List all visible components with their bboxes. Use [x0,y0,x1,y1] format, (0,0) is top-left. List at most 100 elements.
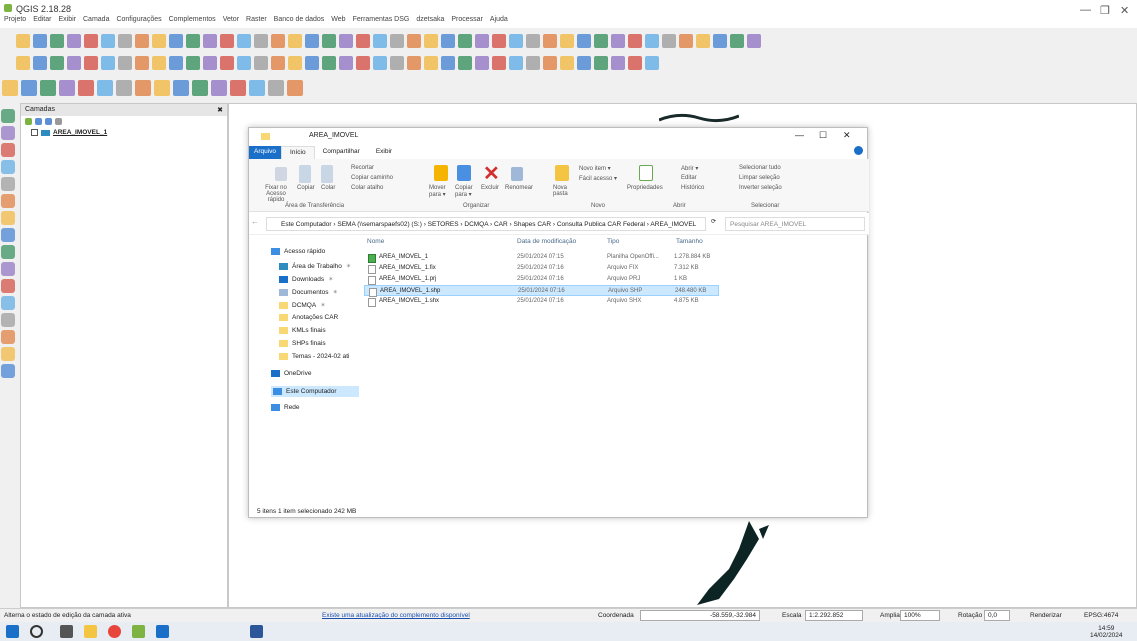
tb3-tool-icon[interactable] [78,80,94,96]
move-to-label[interactable]: Mover para ▾ [429,185,453,198]
nav-item[interactable]: Área de Trabalho ✶ [279,262,351,270]
menu-item-11[interactable]: dzetsaka [416,16,444,23]
tb2-tool-icon[interactable] [577,56,591,70]
delete-icon[interactable]: ✕ [483,161,500,186]
nav-item[interactable]: DCMQA ✶ [279,301,326,309]
tb2-tool-icon[interactable] [305,56,319,70]
zoom-field[interactable]: 100% [900,610,940,621]
tb2-tool-icon[interactable] [611,56,625,70]
menu-item-7[interactable]: Raster [246,16,267,23]
clear-selection-button[interactable]: Limpar seleção [739,175,780,181]
edge-icon[interactable] [156,625,169,638]
tb3-tool-icon[interactable] [135,80,151,96]
tb1-tool-icon[interactable] [526,34,540,48]
file-row[interactable]: AREA_IMOVEL_1 25/01/2024 07:15 Planilha Op… [364,252,719,263]
tb1-tool-icon[interactable] [543,34,557,48]
tb2-tool-icon[interactable] [33,56,47,70]
tb2-tool-icon[interactable] [543,56,557,70]
menu-item-2[interactable]: Exibir [58,16,76,23]
copy-label[interactable]: Copiar [297,185,315,191]
left-tool-icon[interactable] [1,109,15,123]
move-to-icon[interactable] [434,165,448,181]
tb1-tool-icon[interactable] [118,34,132,48]
menu-item-0[interactable]: Projeto [4,16,26,23]
address-bar[interactable]: Este Computador › SEMA (\\semarspaefs02)… [266,217,706,231]
word-icon[interactable] [250,625,263,638]
tb2-tool-icon[interactable] [271,56,285,70]
tb1-tool-icon[interactable] [254,34,268,48]
help-icon[interactable] [854,146,863,155]
tb1-tool-icon[interactable] [356,34,370,48]
tb2-tool-icon[interactable] [509,56,523,70]
menu-item-8[interactable]: Banco de dados [274,16,325,23]
file-explorer-task-icon[interactable] [84,625,97,638]
copy-icon[interactable] [299,165,311,183]
tb1-tool-icon[interactable] [220,34,234,48]
tb1-tool-icon[interactable] [237,34,251,48]
left-tool-icon[interactable] [1,279,15,293]
new-item-button[interactable]: Novo item ▾ [579,165,611,172]
tb2-tool-icon[interactable] [373,56,387,70]
cut-button[interactable]: Recortar [351,165,374,171]
nav-item[interactable]: SHPs finais [279,340,330,347]
tb1-tool-icon[interactable] [16,34,30,48]
render-checkbox[interactable]: Renderizar [1030,612,1062,619]
tb1-tool-icon[interactable] [203,34,217,48]
copy-path-button[interactable]: Copiar caminho [351,175,393,181]
nav-item[interactable]: Downloads ✶ [279,275,334,283]
left-tool-icon[interactable] [1,160,15,174]
tb2-tool-icon[interactable] [220,56,234,70]
left-tool-icon[interactable] [1,143,15,157]
tb2-tool-icon[interactable] [101,56,115,70]
tb2-tool-icon[interactable] [50,56,64,70]
rename-label[interactable]: Renomear [505,185,533,191]
nav-item[interactable]: KMLs finais [279,327,330,334]
tb1-tool-icon[interactable] [560,34,574,48]
tb2-tool-icon[interactable] [254,56,268,70]
column-header[interactable]: Data de modificação [517,238,576,245]
tb1-tool-icon[interactable] [645,34,659,48]
tb1-tool-icon[interactable] [33,34,47,48]
tb2-tool-icon[interactable] [135,56,149,70]
tb2-tool-icon[interactable] [356,56,370,70]
tb3-tool-icon[interactable] [173,80,189,96]
left-tool-icon[interactable] [1,347,15,361]
tb1-tool-icon[interactable] [305,34,319,48]
tb2-tool-icon[interactable] [322,56,336,70]
nav-item[interactable]: Rede [271,404,304,411]
tb3-tool-icon[interactable] [287,80,303,96]
tb2-tool-icon[interactable] [288,56,302,70]
layer-item[interactable]: AREA_IMOVEL_1 [21,128,227,137]
filter-icon[interactable] [45,118,52,125]
expand-icon[interactable] [55,118,62,125]
task-view-icon[interactable] [60,625,73,638]
menu-item-10[interactable]: Ferramentas DSG [353,16,410,23]
tb1-tool-icon[interactable] [271,34,285,48]
left-tool-icon[interactable] [1,211,15,225]
tb2-tool-icon[interactable] [390,56,404,70]
crs-button[interactable]: EPSG:4674 [1084,612,1118,619]
copy-to-icon[interactable] [457,165,471,181]
select-all-button[interactable]: Selecionar tudo [739,165,781,171]
rename-icon[interactable] [511,167,523,181]
tb2-tool-icon[interactable] [84,56,98,70]
tb3-tool-icon[interactable] [230,80,246,96]
add-group-icon[interactable] [25,118,32,125]
windows-start-icon[interactable] [6,625,19,638]
tb1-tool-icon[interactable] [186,34,200,48]
nav-item[interactable]: OneDrive [271,370,315,377]
nav-item[interactable]: Temas - 2024-02 ati [279,353,353,360]
menu-item-5[interactable]: Complementos [169,16,216,23]
left-tool-icon[interactable] [1,194,15,208]
easy-access-button[interactable]: Fácil acesso ▾ [579,175,617,182]
left-tool-icon[interactable] [1,245,15,259]
tb1-tool-icon[interactable] [441,34,455,48]
tb2-tool-icon[interactable] [458,56,472,70]
properties-label[interactable]: Propriedades [627,185,663,191]
tb1-tool-icon[interactable] [67,34,81,48]
tb3-tool-icon[interactable] [268,80,284,96]
tb2-tool-icon[interactable] [645,56,659,70]
layer-checkbox[interactable] [31,129,38,136]
left-tool-icon[interactable] [1,262,15,276]
tb2-tool-icon[interactable] [186,56,200,70]
